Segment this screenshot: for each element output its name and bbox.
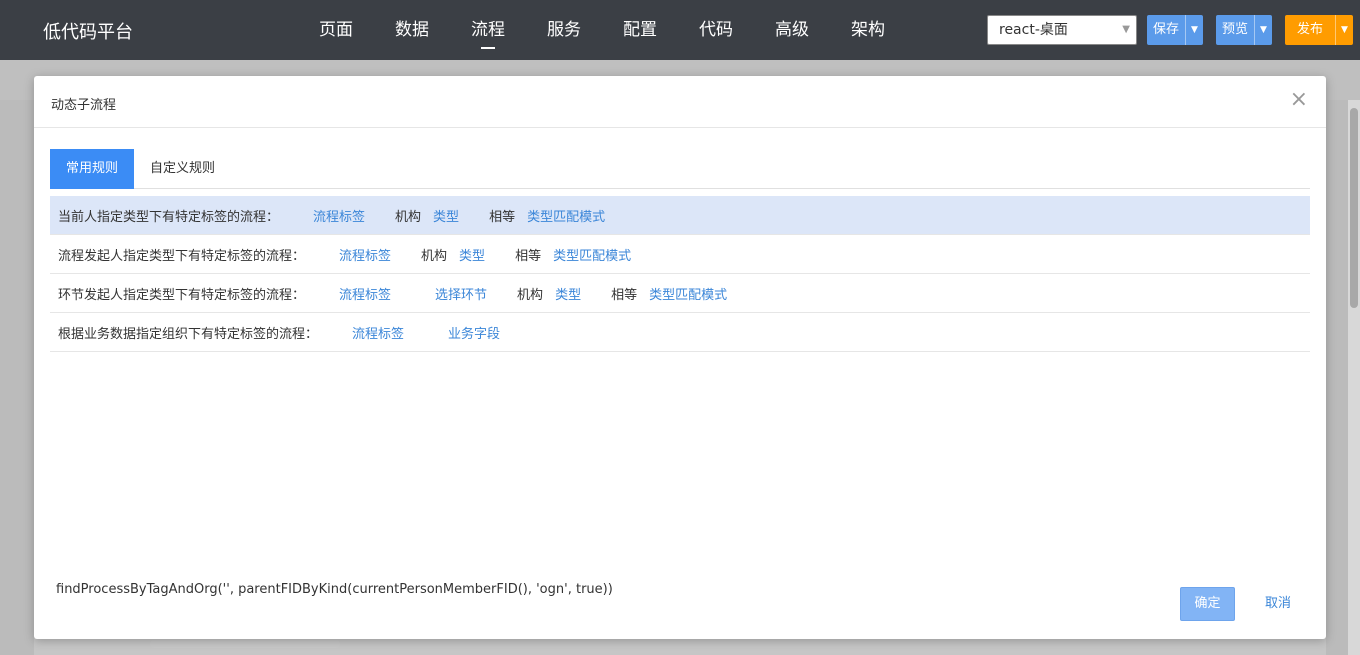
rule-row[interactable]: 流程发起人指定类型下有特定标签的流程： 流程标签 机构 类型 相等 类型匹配模式 <box>50 235 1310 274</box>
save-button-group: 保存 ▼ <box>1147 15 1204 45</box>
chevron-down-icon: ▼ <box>1122 24 1130 35</box>
rule-label: 环节发起人指定类型下有特定标签的流程： <box>58 287 306 303</box>
rule-label: 流程发起人指定类型下有特定标签的流程： <box>58 248 306 264</box>
scrollbar-thumb[interactable] <box>1350 108 1358 308</box>
save-button[interactable]: 保存 <box>1147 15 1185 45</box>
app-title: 低代码平台 <box>43 22 133 43</box>
rule-label: 当前人指定类型下有特定标签的流程： <box>58 209 280 225</box>
equals-text: 相等 <box>515 248 542 264</box>
publish-button[interactable]: 发布 <box>1285 15 1335 45</box>
type-match-mode-link[interactable]: 类型匹配模式 <box>527 206 605 225</box>
preview-dropdown-icon[interactable]: ▼ <box>1254 15 1272 45</box>
dynamic-subprocess-dialog: 动态子流程 × 常用规则 自定义规则 当前人指定类型下有特定标签的流程： 流程标… <box>34 76 1326 639</box>
rule-expression: findProcessByTagAndOrg('', parentFIDByKi… <box>56 582 613 597</box>
rule-row[interactable]: 环节发起人指定类型下有特定标签的流程： 流程标签 选择环节 机构 类型 相等 类… <box>50 274 1310 313</box>
main-nav: 页面 数据 流程 服务 配置 代码 高级 架构 <box>298 0 906 60</box>
nav-item-architecture[interactable]: 架构 <box>830 0 906 60</box>
type-link[interactable]: 类型 <box>459 245 485 264</box>
type-match-mode-link[interactable]: 类型匹配模式 <box>649 284 727 303</box>
rule-row[interactable]: 根据业务数据指定组织下有特定标签的流程： 流程标签 业务字段 <box>50 313 1310 352</box>
top-bar: 低代码平台 页面 数据 流程 服务 配置 代码 高级 架构 react-桌面 ▼… <box>0 0 1360 60</box>
process-tag-link[interactable]: 流程标签 <box>339 245 391 264</box>
target-select[interactable]: react-桌面 ▼ <box>987 15 1137 45</box>
nav-item-config[interactable]: 配置 <box>602 0 678 60</box>
rule-row[interactable]: 当前人指定类型下有特定标签的流程： 流程标签 机构 类型 相等 类型匹配模式 <box>50 196 1310 235</box>
process-tag-link[interactable]: 流程标签 <box>339 284 391 303</box>
tab-common-rules[interactable]: 常用规则 <box>50 149 135 189</box>
nav-item-process[interactable]: 流程 <box>450 0 526 60</box>
nav-item-data[interactable]: 数据 <box>374 0 450 60</box>
nav-item-pages[interactable]: 页面 <box>298 0 374 60</box>
select-step-link[interactable]: 选择环节 <box>435 284 487 303</box>
publish-dropdown-icon[interactable]: ▼ <box>1335 15 1353 45</box>
business-field-link[interactable]: 业务字段 <box>448 323 500 342</box>
tab-custom-rules[interactable]: 自定义规则 <box>134 149 231 189</box>
publish-button-group: 发布 ▼ <box>1285 15 1354 45</box>
process-tag-link[interactable]: 流程标签 <box>313 206 365 225</box>
page-scrollbar[interactable] <box>1348 100 1360 655</box>
rule-label: 根据业务数据指定组织下有特定标签的流程： <box>58 326 319 342</box>
rule-tabs: 常用规则 自定义规则 <box>50 149 1310 189</box>
close-icon[interactable]: × <box>1290 89 1308 111</box>
type-link[interactable]: 类型 <box>555 284 581 303</box>
type-link[interactable]: 类型 <box>433 206 459 225</box>
equals-text: 相等 <box>489 209 516 225</box>
org-text: 机构 <box>517 287 544 303</box>
org-text: 机构 <box>395 209 422 225</box>
process-tag-link[interactable]: 流程标签 <box>352 323 404 342</box>
org-text: 机构 <box>421 248 448 264</box>
horizontal-scrollbar[interactable] <box>150 640 340 648</box>
confirm-button[interactable]: 确定 <box>1180 587 1235 621</box>
preview-button[interactable]: 预览 <box>1216 15 1254 45</box>
rule-list: 当前人指定类型下有特定标签的流程： 流程标签 机构 类型 相等 类型匹配模式 流… <box>50 196 1310 352</box>
save-dropdown-icon[interactable]: ▼ <box>1185 15 1203 45</box>
dialog-title: 动态子流程 <box>51 98 117 113</box>
target-select-value: react-桌面 <box>999 22 1068 38</box>
preview-button-group: 预览 ▼ <box>1216 15 1273 45</box>
nav-item-code[interactable]: 代码 <box>678 0 754 60</box>
cancel-button[interactable]: 取消 <box>1256 587 1300 621</box>
nav-item-advanced[interactable]: 高级 <box>754 0 830 60</box>
type-match-mode-link[interactable]: 类型匹配模式 <box>553 245 631 264</box>
dialog-header: 动态子流程 × <box>34 76 1326 128</box>
nav-item-services[interactable]: 服务 <box>526 0 602 60</box>
equals-text: 相等 <box>611 287 638 303</box>
